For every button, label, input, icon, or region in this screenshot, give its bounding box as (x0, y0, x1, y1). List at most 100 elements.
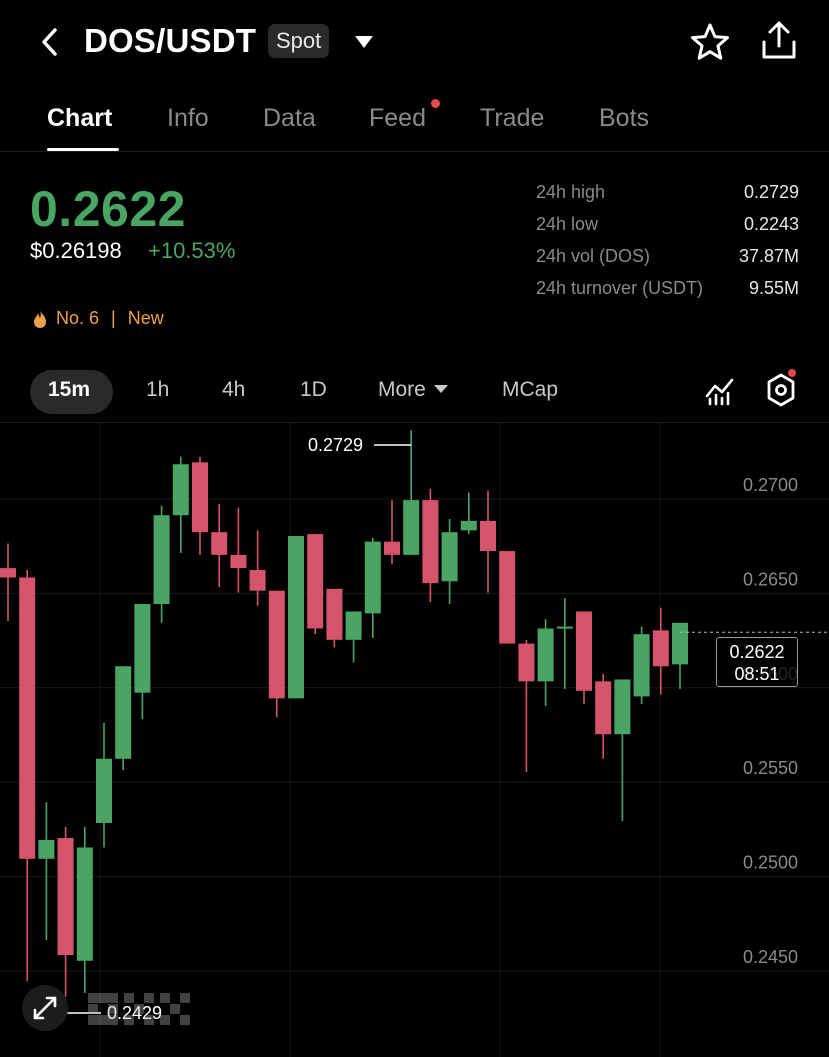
share-button[interactable] (756, 18, 802, 64)
candle-body (211, 532, 228, 555)
price-change: +10.53% (148, 238, 236, 263)
back-button[interactable] (34, 22, 66, 62)
expand-icon (33, 996, 57, 1020)
candle-body (153, 515, 170, 604)
stat-label: 24h high (536, 182, 606, 202)
candle-body (57, 838, 74, 956)
stat-label: 24h low (536, 214, 599, 234)
candle-body (633, 634, 650, 697)
candle-body (76, 847, 93, 961)
market-type-badge: Spot (268, 24, 330, 58)
interval-more-button[interactable]: More (378, 378, 448, 402)
stat-row: 24h vol (DOS) 37.87M (536, 242, 799, 274)
active-tab-indicator (47, 148, 119, 151)
candle-body (364, 541, 381, 614)
caret-down-icon (433, 385, 448, 393)
indicator-chart-icon (705, 378, 734, 406)
y-axis-label: 0.2450 (743, 947, 798, 967)
candle-body (172, 464, 189, 516)
candle-body (441, 532, 458, 582)
candle-countdown: 08:51 (734, 664, 780, 684)
interval-bar: 15m 1h 4h 1D More MCap (0, 366, 829, 418)
candle-body (134, 603, 151, 693)
chart-settings-button[interactable] (764, 372, 798, 408)
favorite-button[interactable] (688, 20, 732, 64)
candle-body (537, 628, 554, 682)
candle-body (384, 541, 400, 555)
interval-15m[interactable]: 15m (48, 378, 90, 402)
tab-feed[interactable]: Feed (369, 104, 426, 133)
okx-watermark-logo (88, 993, 190, 1025)
interval-4h[interactable]: 4h (222, 378, 245, 402)
candle-body (192, 462, 208, 533)
candle-body (96, 758, 112, 823)
stat-row: 24h low 0.2243 (536, 210, 799, 242)
settings-notification-dot (788, 369, 796, 377)
pair-title[interactable]: DOS/USDT (84, 22, 256, 60)
tab-chart[interactable]: Chart (47, 104, 112, 133)
rank-separator: | (111, 308, 116, 328)
tab-bots[interactable]: Bots (599, 104, 649, 133)
new-tag: New (127, 308, 164, 328)
tab-info[interactable]: Info (167, 104, 209, 133)
candle-body (326, 588, 343, 640)
more-label: More (378, 378, 426, 401)
caret-down-icon (355, 36, 373, 48)
y-axis-label: 0.2700 (743, 475, 798, 495)
top-bar: DOS/USDT Spot (0, 0, 829, 84)
stat-value: 0.2729 (743, 182, 799, 202)
stat-label: 24h vol (DOS) (536, 246, 651, 266)
chevron-left-icon (42, 28, 57, 56)
stat-label: 24h turnover (USDT) (536, 278, 704, 298)
candle-body (345, 611, 362, 640)
candle-body (614, 679, 631, 735)
candle-body (652, 630, 669, 667)
hexagon-settings-icon (767, 373, 795, 407)
candle-body (576, 611, 592, 691)
candle-body (480, 520, 496, 552)
high-marker-label: 0.2729 (308, 435, 364, 455)
last-price: 0.2622 (30, 181, 186, 237)
rank-label: No. 6 (56, 308, 100, 328)
candle-body (115, 666, 132, 759)
rank-row[interactable]: No. 6 | New (32, 308, 164, 329)
last-price-tag[interactable]: 0.2622 08:51 (716, 637, 798, 687)
stat-value: 9.55M (748, 278, 799, 298)
stats-panel: 24h high 0.2729 24h low 0.2243 24h vol (… (536, 178, 799, 306)
y-axis-label: 0.2500 (743, 853, 798, 873)
flame-icon (34, 309, 46, 328)
star-icon (691, 23, 729, 60)
interval-1d[interactable]: 1D (300, 378, 327, 402)
candle-body (19, 577, 36, 859)
candle-body (230, 554, 247, 569)
candle-body (0, 568, 16, 578)
stat-row: 24h high 0.2729 (536, 178, 799, 210)
usd-price: $0.26198 (30, 238, 122, 263)
chart-canvas: 0.27000.26500.26000.25500.25000.2450 (0, 423, 829, 1057)
candle-body (38, 839, 55, 859)
y-axis-label: 0.2650 (743, 569, 798, 589)
candlestick-chart[interactable]: 0.27000.26500.26000.25500.25000.2450 0.2… (0, 422, 829, 1057)
pair-dropdown-button[interactable] (352, 32, 376, 52)
candle-body (268, 590, 285, 699)
stat-value: 0.2243 (743, 214, 799, 234)
feed-notification-dot (431, 99, 440, 108)
indicators-button[interactable] (704, 374, 736, 406)
stat-row: 24h turnover (USDT) 9.55M (536, 274, 799, 306)
stat-value: 37.87M (738, 246, 799, 266)
candle-body (518, 643, 535, 682)
candle-body (403, 500, 420, 555)
candle-body (672, 622, 688, 665)
candle-body (460, 520, 477, 531)
interval-1h[interactable]: 1h (146, 378, 169, 402)
candle-body (288, 535, 304, 699)
mcap-button[interactable]: MCap (502, 378, 558, 402)
fullscreen-button[interactable] (22, 985, 68, 1031)
candle-body (595, 681, 612, 735)
tab-trade[interactable]: Trade (480, 104, 544, 133)
tab-data[interactable]: Data (263, 104, 316, 133)
candle-body (249, 569, 266, 591)
tab-bar: Chart Info Data Feed Trade Bots (0, 84, 829, 152)
candle-body (556, 626, 573, 629)
share-icon (762, 21, 796, 59)
